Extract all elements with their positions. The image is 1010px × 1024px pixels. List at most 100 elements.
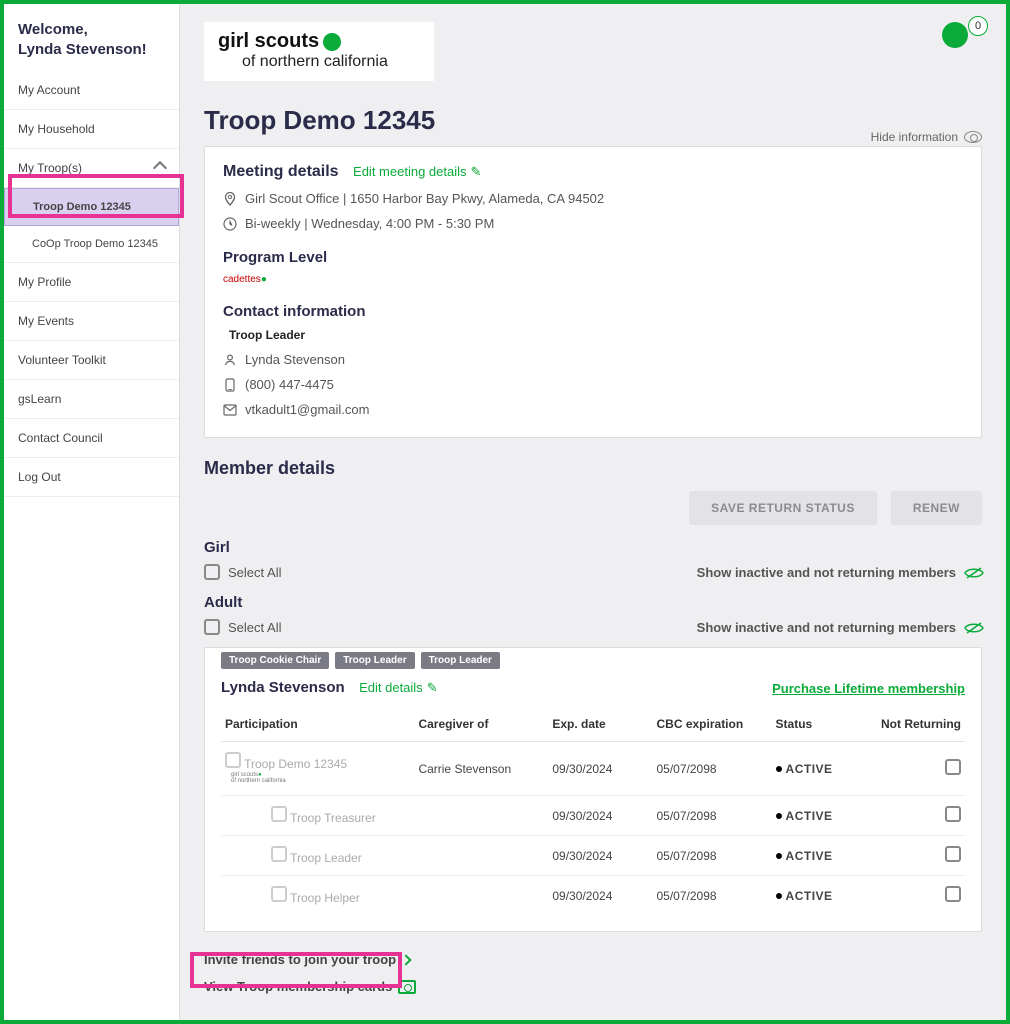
logo-line2: of northern california <box>242 53 420 71</box>
caregiver-cell: Carrie Stevenson <box>414 742 548 796</box>
girl-select-row: Select All Show inactive and not returni… <box>204 564 982 580</box>
welcome-line2: Lynda Stevenson! <box>18 40 165 60</box>
pencil-icon: ✎ <box>470 164 481 180</box>
row-checkbox[interactable] <box>271 886 287 902</box>
sidebar-item-log-out[interactable]: Log Out <box>4 458 179 497</box>
meeting-address: Girl Scout Office | 1650 Harbor Bay Pkwy… <box>245 191 604 206</box>
welcome-block: Welcome, Lynda Stevenson! <box>4 4 179 71</box>
meeting-details-card: Meeting details Edit meeting details ✎ G… <box>204 146 982 438</box>
sidebar-item-label: CoOp Troop Demo 12345 <box>32 238 158 250</box>
phone-icon <box>223 378 237 392</box>
meeting-schedule: Bi-weekly | Wednesday, 4:00 PM - 5:30 PM <box>245 216 494 231</box>
not-returning-checkbox[interactable] <box>945 846 961 862</box>
sidebar-item-gslearn[interactable]: gsLearn <box>4 380 179 419</box>
sidebar-item-volunteer-toolkit[interactable]: Volunteer Toolkit <box>4 341 179 380</box>
member-card: Troop Cookie Chair Troop Leader Troop Le… <box>204 647 982 932</box>
sidebar-item-my-account[interactable]: My Account <box>4 71 179 110</box>
council-logo: girl scouts of northern california <box>204 22 434 81</box>
meeting-details-heading: Meeting details <box>223 163 339 181</box>
sidebar-item-my-profile[interactable]: My Profile <box>4 263 179 302</box>
row-checkbox[interactable] <box>271 846 287 862</box>
role-tag: Troop Leader <box>335 652 414 669</box>
edit-meeting-label: Edit meeting details <box>353 164 466 179</box>
invite-friends-link[interactable]: Invite friends to join your troop <box>204 946 982 973</box>
col-not-returning: Not Returning <box>876 711 965 742</box>
member-action-row: SAVE RETURN STATUS RENEW <box>204 491 982 525</box>
cbc-cell: 05/07/2098 <box>653 796 772 836</box>
eye-icon <box>964 131 982 143</box>
girl-select-all-checkbox[interactable] <box>204 564 220 580</box>
view-cards-label: View Troop membership cards <box>204 979 392 994</box>
sidebar: Welcome, Lynda Stevenson! My Account My … <box>4 4 180 1020</box>
meeting-address-row: Girl Scout Office | 1650 Harbor Bay Pkwy… <box>223 191 963 206</box>
sidebar-item-label: Contact Council <box>18 431 103 445</box>
caregiver-cell <box>414 876 548 916</box>
clock-icon <box>223 217 237 231</box>
not-returning-checkbox[interactable] <box>945 759 961 775</box>
sidebar-item-label: Log Out <box>18 470 61 484</box>
leader-name: Lynda Stevenson <box>245 352 345 367</box>
participation-table: Participation Caregiver of Exp. date CBC… <box>221 711 965 915</box>
adult-select-row: Select All Show inactive and not returni… <box>204 619 982 635</box>
edit-member-label: Edit details <box>359 680 423 695</box>
invite-friends-label: Invite friends to join your troop <box>204 952 396 967</box>
participation-cell: Troop Treasurer <box>290 811 376 825</box>
sidebar-item-my-events[interactable]: My Events <box>4 302 179 341</box>
cbc-cell: 05/07/2098 <box>653 742 772 796</box>
sidebar-item-label: My Troop(s) <box>18 161 82 175</box>
girl-select-all-label: Select All <box>228 565 281 580</box>
exp-cell: 09/30/2024 <box>548 876 652 916</box>
row-checkbox[interactable] <box>225 752 241 768</box>
col-caregiver: Caregiver of <box>414 711 548 742</box>
sidebar-item-label: gsLearn <box>18 392 61 406</box>
adult-select-all-checkbox[interactable] <box>204 619 220 635</box>
contact-info-heading: Contact information <box>223 303 963 320</box>
leader-email-row: vtkadult1@gmail.com <box>223 402 963 417</box>
col-participation: Participation <box>221 711 414 742</box>
logo-line1: girl scouts <box>218 30 420 53</box>
eye-slash-icon <box>964 621 982 633</box>
trefoil-icon <box>323 33 341 51</box>
girl-show-inactive-toggle[interactable]: Show inactive and not returning members <box>697 565 982 580</box>
participation-cell: Troop Leader <box>290 851 362 865</box>
sidebar-item-troop-demo[interactable]: Troop Demo 12345 <box>4 188 179 226</box>
edit-member-link[interactable]: Edit details ✎ <box>359 680 438 696</box>
row-checkbox[interactable] <box>271 806 287 822</box>
edit-meeting-link[interactable]: Edit meeting details ✎ <box>353 164 481 180</box>
sidebar-item-my-troops[interactable]: My Troop(s) <box>4 149 179 188</box>
table-row: Troop Leader 09/30/2024 05/07/2098 ACTIV… <box>221 836 965 876</box>
main-content: girl scouts of northern california 0 Tro… <box>180 4 1006 1020</box>
cart-button[interactable]: 0 <box>942 22 982 54</box>
sidebar-item-label: My Account <box>18 83 80 97</box>
not-returning-checkbox[interactable] <box>945 886 961 902</box>
adult-show-inactive-toggle[interactable]: Show inactive and not returning members <box>697 620 982 635</box>
exp-cell: 09/30/2024 <box>548 836 652 876</box>
adult-select-all-label: Select All <box>228 620 281 635</box>
member-details-heading: Member details <box>204 458 982 479</box>
table-row: Troop Helper 09/30/2024 05/07/2098 ACTIV… <box>221 876 965 916</box>
sidebar-item-label: My Profile <box>18 275 71 289</box>
program-level-heading: Program Level <box>223 249 963 266</box>
header-row: girl scouts of northern california 0 <box>204 4 982 81</box>
not-returning-checkbox[interactable] <box>945 806 961 822</box>
view-membership-cards-link[interactable]: View Troop membership cards <box>204 973 982 1000</box>
hide-information-toggle[interactable]: Hide information <box>871 130 982 144</box>
role-tags: Troop Cookie Chair Troop Leader Troop Le… <box>221 646 965 675</box>
purchase-lifetime-link[interactable]: Purchase Lifetime membership <box>772 681 965 696</box>
save-return-status-button[interactable]: SAVE RETURN STATUS <box>689 491 877 525</box>
col-status: Status <box>772 711 876 742</box>
status-cell: ACTIVE <box>786 889 833 903</box>
sidebar-item-coop-troop[interactable]: CoOp Troop Demo 12345 <box>4 226 179 263</box>
renew-button[interactable]: RENEW <box>891 491 982 525</box>
page-title: Troop Demo 12345 <box>204 105 982 136</box>
cbc-cell: 05/07/2098 <box>653 836 772 876</box>
cbc-cell: 05/07/2098 <box>653 876 772 916</box>
member-name: Lynda Stevenson <box>221 679 345 696</box>
participation-cell: Troop Helper <box>290 891 360 905</box>
welcome-line1: Welcome, <box>18 20 165 40</box>
sidebar-item-contact-council[interactable]: Contact Council <box>4 419 179 458</box>
person-icon <box>223 353 237 367</box>
show-inactive-label: Show inactive and not returning members <box>697 620 956 635</box>
status-cell: ACTIVE <box>786 809 833 823</box>
sidebar-item-my-household[interactable]: My Household <box>4 110 179 149</box>
